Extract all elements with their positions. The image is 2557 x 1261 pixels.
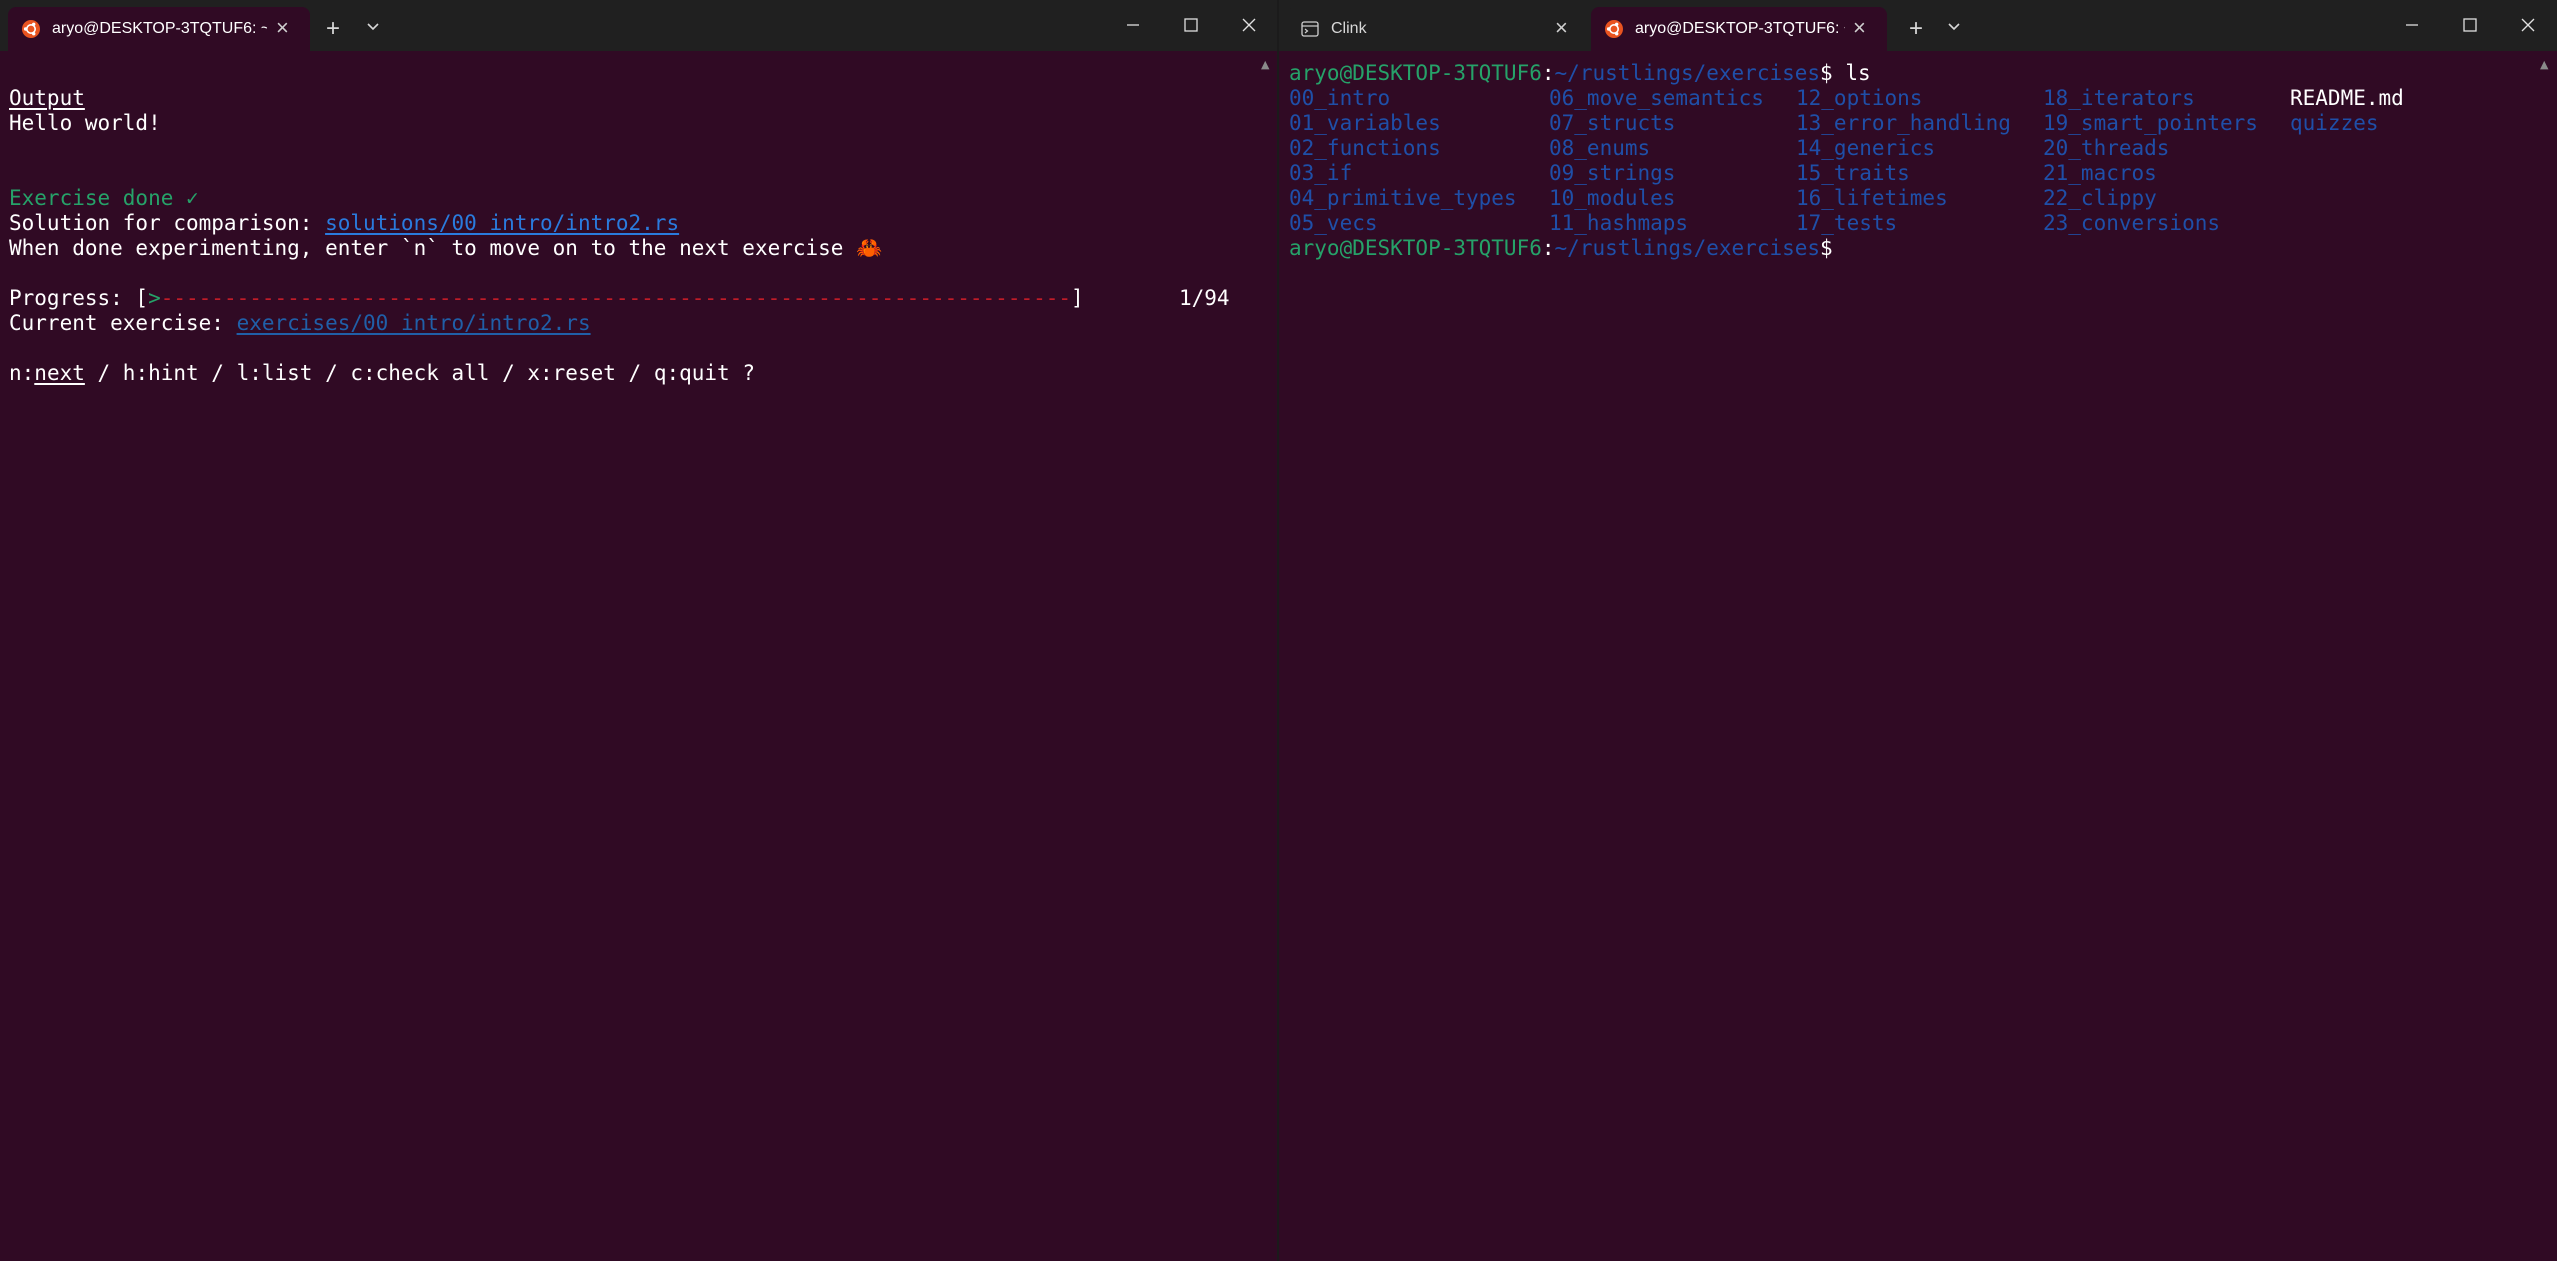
done-message: When done experimenting, enter `n` to mo… — [9, 236, 883, 260]
solution-link[interactable]: solutions/00_intro/intro2.rs — [325, 211, 679, 235]
prompt-colon: : — [1541, 61, 1555, 85]
ls-dir-entry: 21_macros — [2043, 161, 2157, 185]
ls-dir-entry: 18_iterators — [2043, 86, 2195, 110]
key-rest: / h:hint / l:list / c:check all / x:rese… — [84, 361, 755, 385]
close-window-icon[interactable] — [2513, 12, 2543, 38]
ls-dir-entry: 15_traits — [1796, 161, 1910, 185]
right-terminal-window: Clink × aryo@DESKTOP-3TQTUF6: ~/i × + ar… — [1279, 0, 2557, 1261]
chevron-down-icon[interactable] — [366, 22, 380, 32]
ls-dir-entry: 02_functions — [1289, 136, 1441, 160]
left-tab-ubuntu[interactable]: aryo@DESKTOP-3TQTUF6: ~/i × — [8, 7, 310, 51]
prompt-path: ~/rustlings/exercises — [1554, 61, 1821, 85]
close-tab-icon[interactable]: × — [276, 16, 289, 40]
current-exercise-line: Current exercise: exercises/00_intro/int… — [9, 311, 591, 336]
close-window-icon[interactable] — [1234, 12, 1264, 38]
ls-file-entry: README.md — [2290, 86, 2404, 110]
exercise-done-text: Exercise done ✓ — [9, 186, 199, 210]
current-exercise-link[interactable]: exercises/00_intro/intro2.rs — [237, 311, 591, 335]
tab-ubuntu[interactable]: aryo@DESKTOP-3TQTUF6: ~/i × — [1591, 7, 1887, 51]
ls-dir-entry: 06_move_semantics — [1549, 86, 1764, 110]
prompt-colon: : — [1541, 236, 1555, 260]
left-titlebar: aryo@DESKTOP-3TQTUF6: ~/i × + — [0, 0, 1277, 51]
progress-line: Progress: [>----------------------------… — [9, 286, 1084, 311]
ls-dir-entry: 01_variables — [1289, 111, 1441, 135]
progress-bar: ----------------------------------------… — [160, 286, 1072, 310]
ls-dir-entry: 04_primitive_types — [1289, 186, 1517, 210]
ls-dir-entry: 17_tests — [1796, 211, 1898, 235]
ls-dir-entry: 00_intro — [1289, 86, 1391, 110]
keybindings-line: n:next / h:hint / l:list / c:check all /… — [9, 361, 755, 386]
left-terminal-output[interactable]: Output Hello world! Exercise done ✓ Solu… — [0, 51, 1277, 1261]
new-tab-button[interactable]: + — [1909, 15, 1923, 43]
scroll-up-icon[interactable]: ▲ — [1261, 58, 1271, 72]
close-tab-icon[interactable]: × — [1853, 16, 1866, 40]
new-tab-button[interactable]: + — [326, 15, 340, 43]
scroll-up-icon[interactable]: ▲ — [2540, 58, 2550, 72]
prompt-user: aryo@DESKTOP-3TQTUF6 — [1289, 236, 1542, 260]
progress-arrow: > — [148, 286, 161, 310]
ubuntu-icon — [22, 20, 40, 38]
key-n: n: — [9, 361, 35, 385]
ls-dir-entry: 16_lifetimes — [1796, 186, 1948, 210]
right-titlebar: Clink × aryo@DESKTOP-3TQTUF6: ~/i × + — [1279, 0, 2557, 51]
prompt-path: ~/rustlings/exercises — [1554, 236, 1821, 260]
progress-count: 1/94 — [1179, 286, 1230, 310]
ls-dir-entry: 11_hashmaps — [1549, 211, 1689, 235]
output-text: Hello world! — [9, 111, 161, 135]
tab-clink[interactable]: Clink × — [1287, 7, 1589, 51]
maximize-icon[interactable] — [2455, 12, 2485, 38]
solution-label: Solution for comparison: — [9, 211, 326, 235]
right-terminal-output[interactable]: aryo@DESKTOP-3TQTUF6:~/rustlings/exercis… — [1279, 51, 2557, 1261]
chevron-down-icon[interactable] — [1947, 22, 1961, 32]
minimize-icon[interactable] — [2397, 12, 2427, 38]
current-exercise-label: Current exercise: — [9, 311, 237, 335]
ls-dir-entry: 03_if — [1289, 161, 1353, 185]
ls-dir-entry: 19_smart_pointers — [2043, 111, 2258, 135]
ls-dir-entry: 09_strings — [1549, 161, 1676, 185]
command-text: ls — [1832, 61, 1871, 85]
prompt-dollar: $ — [1820, 236, 1833, 260]
prompt-dollar: $ — [1820, 61, 1833, 85]
tab-title: Clink — [1331, 20, 1367, 37]
tab-title: aryo@DESKTOP-3TQTUF6: ~/i — [1635, 20, 1845, 37]
ls-dir-entry: 07_structs — [1549, 111, 1676, 135]
ls-dir-entry: 22_clippy — [2043, 186, 2157, 210]
prompt-line-1: aryo@DESKTOP-3TQTUF6:~/rustlings/exercis… — [1289, 61, 1871, 86]
maximize-icon[interactable] — [1176, 12, 1206, 38]
ls-dir-entry: 13_error_handling — [1796, 111, 2011, 135]
solution-line: Solution for comparison: solutions/00_in… — [9, 211, 679, 236]
ls-dir-entry: 23_conversions — [2043, 211, 2221, 235]
ls-dir-entry: quizzes — [2290, 111, 2379, 135]
left-terminal-window: aryo@DESKTOP-3TQTUF6: ~/i × + Output Hel… — [0, 0, 1277, 1261]
ubuntu-icon — [1605, 20, 1623, 38]
tab-title: aryo@DESKTOP-3TQTUF6: ~/i — [52, 20, 267, 37]
ls-dir-entry: 14_generics — [1796, 136, 1936, 160]
prompt-user: aryo@DESKTOP-3TQTUF6 — [1289, 61, 1542, 85]
terminal-icon — [1301, 21, 1319, 37]
key-next: next — [34, 361, 85, 385]
ls-dir-entry: 05_vecs — [1289, 211, 1378, 235]
ls-dir-entry: 08_enums — [1549, 136, 1651, 160]
prompt-line-2: aryo@DESKTOP-3TQTUF6:~/rustlings/exercis… — [1289, 236, 1833, 261]
progress-label: Progress: [ — [9, 286, 149, 310]
ls-dir-entry: 12_options — [1796, 86, 1923, 110]
ls-dir-entry: 10_modules — [1549, 186, 1676, 210]
minimize-icon[interactable] — [1118, 12, 1148, 38]
close-tab-icon[interactable]: × — [1555, 16, 1568, 40]
progress-bracket: ] — [1071, 286, 1084, 310]
output-heading: Output — [9, 86, 85, 110]
ls-dir-entry: 20_threads — [2043, 136, 2170, 160]
